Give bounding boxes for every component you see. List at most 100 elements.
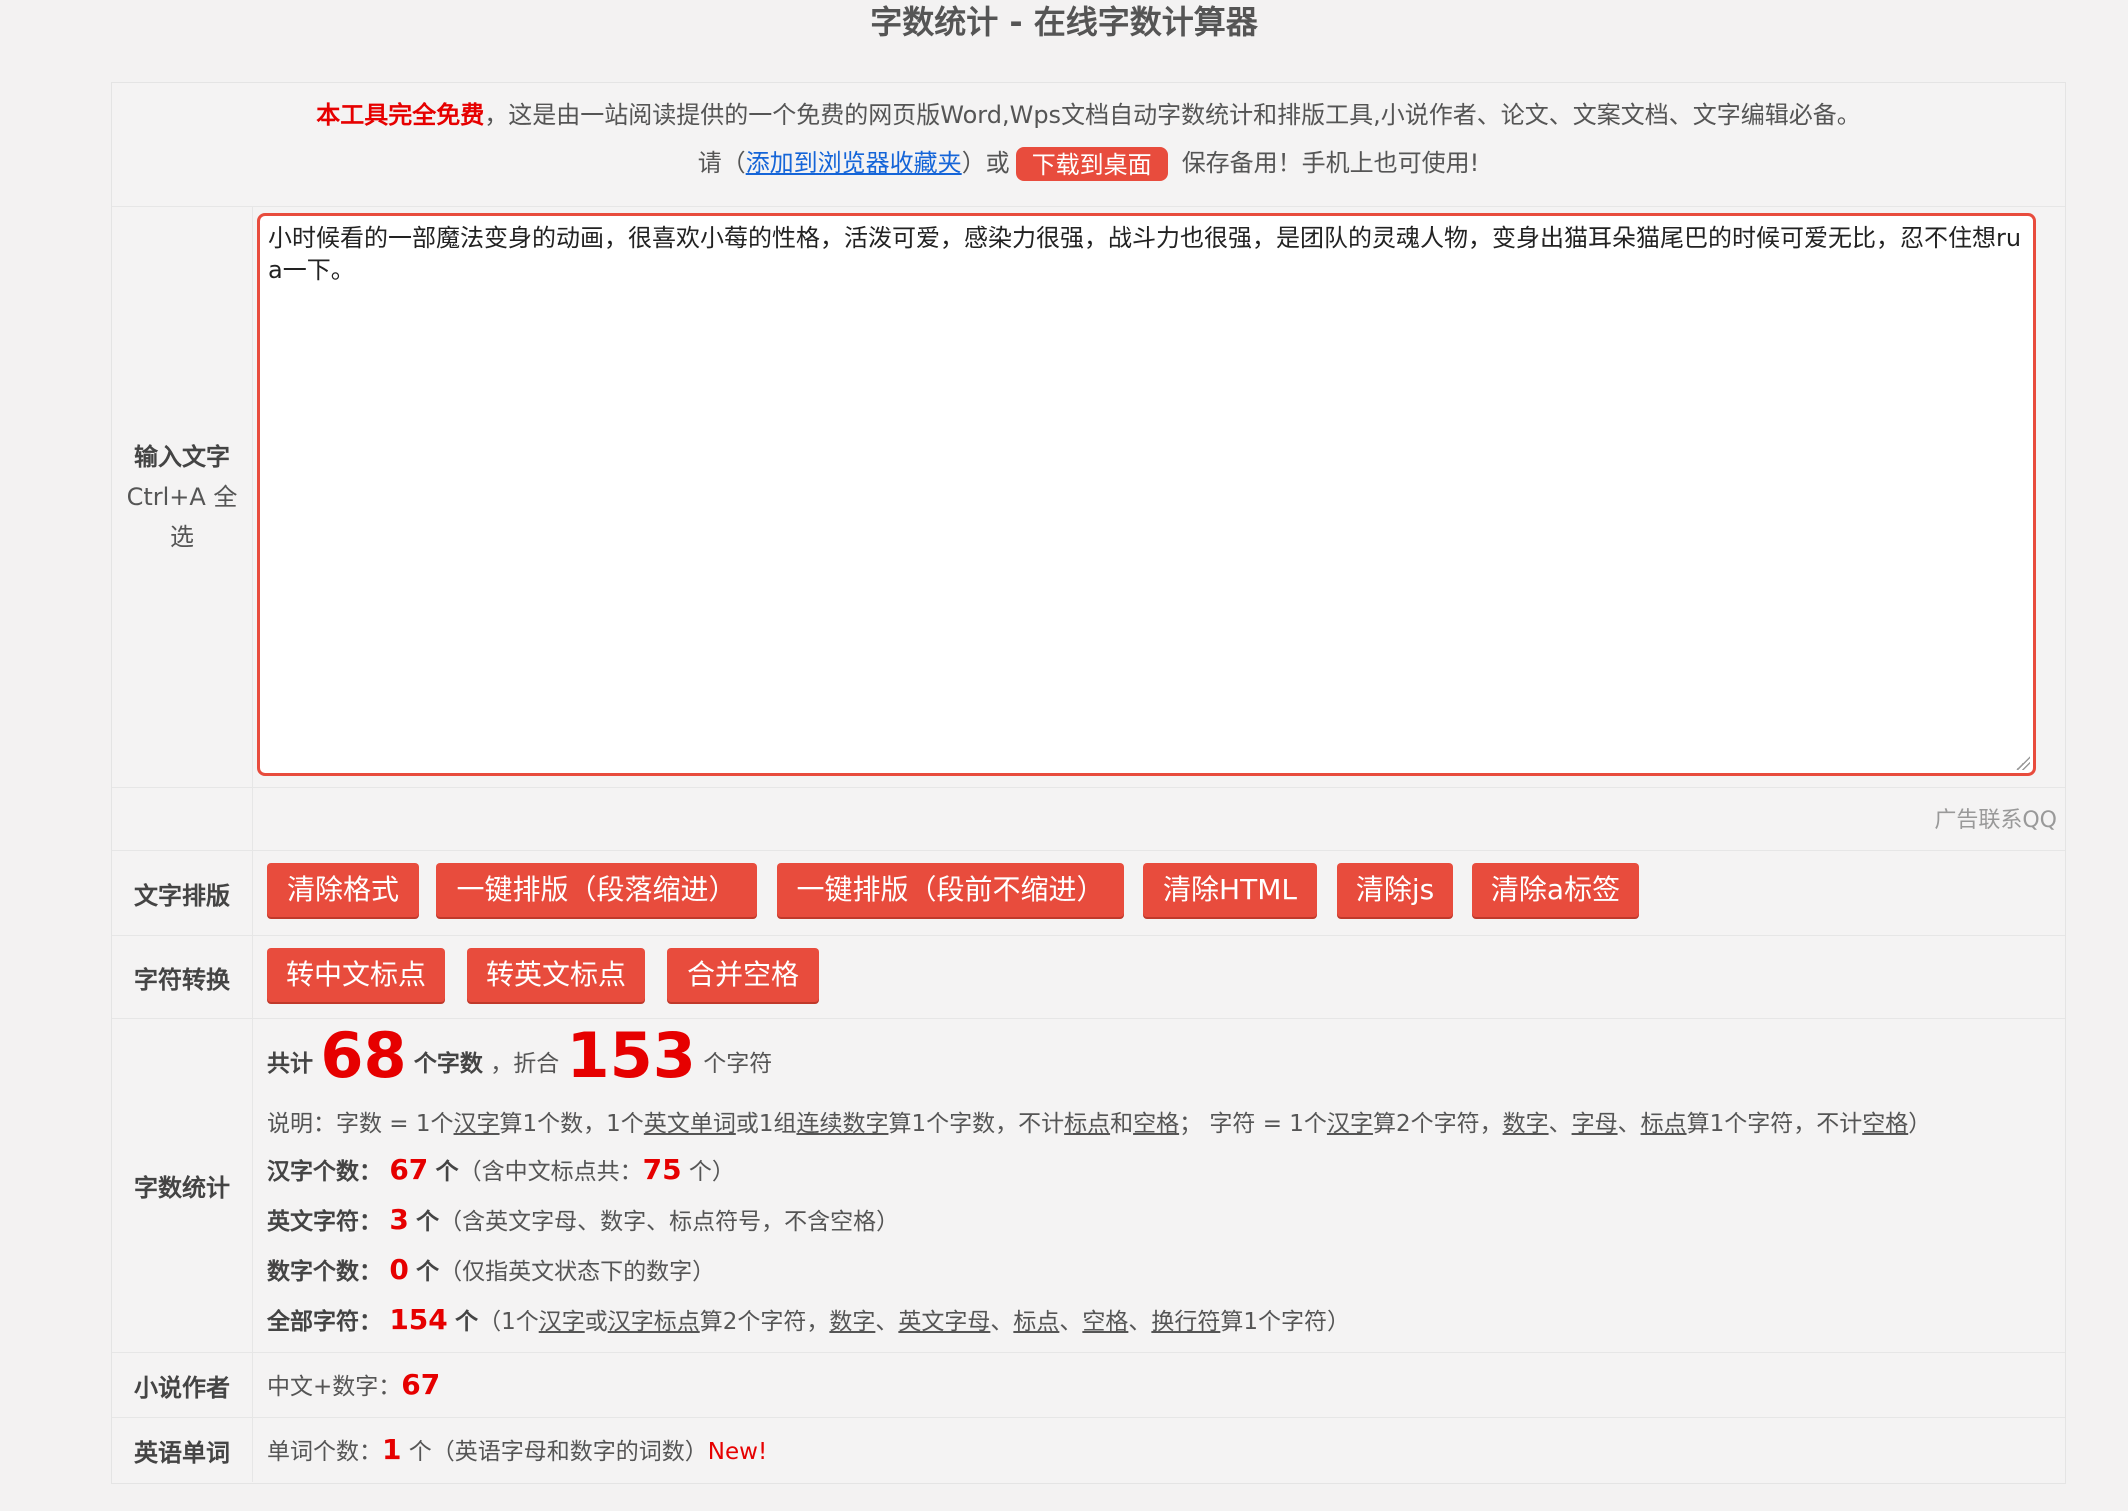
note-text: ； 字符 = 1个 [1179, 1111, 1327, 1137]
note-term: 标点 [1640, 1111, 1687, 1137]
ad-contact-text: 广告联系QQ [1934, 808, 2057, 833]
note-term: 标点 [1064, 1111, 1111, 1137]
stats-explanation: 说明：字数 = 1个汉字算1个数，1个英文单词或1组连续数字算1个字数，不计标点… [267, 1104, 1931, 1138]
hanzi-unit: 个 [435, 1159, 459, 1185]
note-text: ） [1908, 1111, 1932, 1137]
all-term: 空格 [1082, 1309, 1129, 1335]
clear-format-button[interactable]: 清除格式 [267, 863, 419, 917]
english-words-text: 单词个数： [267, 1439, 382, 1465]
chinese-punct-count: 75 [642, 1153, 682, 1186]
all-desc: 、 [1128, 1309, 1152, 1335]
notice-line-2: 请（添加到浏览器收藏夹）或 下载到桌面 保存备用！手机上也可使用! [112, 143, 2065, 183]
note-term: 汉字 [453, 1111, 500, 1137]
page-title: 字数统计 - 在线字数计算器 [870, 3, 1258, 41]
hanzi-count-line: 汉字个数： 67 个（含中文标点共：75 个） [267, 1152, 735, 1186]
note-term: 空格 [1133, 1111, 1180, 1137]
stats-label: 字数统计 [112, 1019, 253, 1352]
all-desc: 算1个字符） [1220, 1309, 1350, 1335]
digit-count-line: 数字个数： 0 个（仅指英文状态下的数字） [267, 1252, 715, 1286]
note-text: 说明：字数 = 1个 [267, 1111, 454, 1137]
note-text: 算1个字数，不计 [888, 1111, 1065, 1137]
note-text: 和 [1110, 1111, 1134, 1137]
ad-label-cell [112, 788, 253, 850]
note-term: 字母 [1571, 1111, 1618, 1137]
clear-html-button[interactable]: 清除HTML [1143, 863, 1317, 917]
notice-line-1: 本工具完全免费，这是由一站阅读提供的一个免费的网页版Word,Wps文档自动字数… [112, 97, 2065, 133]
word-unit: 个字数 [413, 1051, 483, 1077]
stats-summary: 共计 68 个字数 ，折合 153 个字符 [267, 1019, 772, 1092]
english-words-desc: （英语字母和数字的词数） [431, 1439, 708, 1465]
english-count: 3 [389, 1203, 409, 1236]
download-button[interactable]: 下载到桌面 [1015, 147, 1168, 181]
new-badge: New! [707, 1439, 768, 1465]
digit-desc: （仅指英文状态下的数字） [439, 1259, 716, 1285]
format-row: 文字排版 清除格式 一键排版（段落缩进） 一键排版（段前不缩进） 清除HTML … [112, 851, 2065, 936]
notice-suffix: 保存备用！手机上也可使用! [1181, 149, 1480, 177]
english-words-unit: 个 [408, 1439, 432, 1465]
notice-or: ）或 [961, 149, 1010, 177]
char-count: 153 [566, 1019, 696, 1092]
english-label: 英文字符： [267, 1209, 382, 1235]
all-chars-unit: 个 [455, 1309, 479, 1335]
all-desc: 、 [990, 1309, 1014, 1335]
clear-js-button[interactable]: 清除js [1337, 863, 1453, 917]
input-hint-1: Ctrl+A 全 [126, 483, 238, 511]
all-term: 标点 [1013, 1309, 1060, 1335]
novel-row: 小说作者 中文+数字：67 [112, 1353, 2065, 1418]
note-text: 算1个数，1个 [499, 1111, 644, 1137]
hanzi-desc: （含中文标点共： [458, 1159, 643, 1185]
novel-label: 小说作者 [112, 1353, 253, 1417]
convert-row: 字符转换 转中文标点 转英文标点 合并空格 [112, 936, 2065, 1019]
novel-count-line: 中文+数字：67 [267, 1367, 440, 1401]
char-unit: 个字符 [703, 1051, 773, 1077]
hanzi-count: 67 [389, 1153, 429, 1186]
english-words-line: 单词个数：1 个（英语字母和数字的词数）New! [267, 1432, 767, 1466]
auto-format-no-indent-button[interactable]: 一键排版（段前不缩进） [777, 863, 1124, 917]
convert-label: 字符转换 [112, 936, 253, 1018]
hanzi-label: 汉字个数： [267, 1159, 382, 1185]
note-term: 空格 [1862, 1111, 1909, 1137]
ad-row: 广告联系QQ [112, 788, 2065, 851]
merge-spaces-button[interactable]: 合并空格 [667, 948, 819, 1002]
all-term: 英文字母 [898, 1309, 991, 1335]
english-desc: （含英文字母、数字、标点符号，不含空格） [439, 1209, 900, 1235]
novel-count: 67 [401, 1368, 441, 1401]
note-text: 算1个字符，不计 [1686, 1111, 1863, 1137]
note-term: 数字 [1502, 1111, 1549, 1137]
note-text: 、 [1548, 1111, 1572, 1137]
word-count: 68 [320, 1019, 407, 1092]
all-chars-line: 全部字符： 154 个（1个汉字或汉字标点算2个字符，数字、英文字母、标点、空格… [267, 1302, 1350, 1336]
all-term: 汉字 [538, 1309, 585, 1335]
english-unit: 个 [416, 1209, 440, 1235]
all-desc: 算2个字符， [699, 1309, 830, 1335]
to-english-punct-button[interactable]: 转英文标点 [467, 948, 645, 1002]
format-label: 文字排版 [112, 851, 253, 935]
english-words-label: 英语单词 [112, 1418, 253, 1482]
all-desc: （1个 [478, 1309, 539, 1335]
input-row: 输入文字 Ctrl+A 全 选 小时候看的一部魔法变身的动画，很喜欢小莓的性格，… [112, 207, 2065, 788]
notice-prefix: 请（ [697, 149, 746, 177]
note-text: 算2个字符， [1372, 1111, 1503, 1137]
resize-handle[interactable] [2016, 756, 2030, 770]
english-words-count: 1 [382, 1433, 402, 1466]
clear-a-tag-button[interactable]: 清除a标签 [1472, 863, 1639, 917]
text-input[interactable]: 小时候看的一部魔法变身的动画，很喜欢小莓的性格，活泼可爱，感染力很强，战斗力也很… [257, 213, 2036, 776]
auto-format-indent-button[interactable]: 一键排版（段落缩进） [436, 863, 757, 917]
digit-unit: 个 [416, 1259, 440, 1285]
bookmark-link[interactable]: 添加到浏览器收藏夹 [746, 149, 962, 177]
notice-bar: 本工具完全免费，这是由一站阅读提供的一个免费的网页版Word,Wps文档自动字数… [112, 83, 2065, 207]
all-desc: 、 [1059, 1309, 1083, 1335]
english-words-row: 英语单词 单词个数：1 个（英语字母和数字的词数）New! [112, 1418, 2065, 1482]
digit-count: 0 [389, 1253, 409, 1286]
notice-text: ，这是由一站阅读提供的一个免费的网页版Word,Wps文档自动字数统计和排版工具… [484, 101, 1861, 129]
novel-text: 中文+数字： [267, 1374, 402, 1400]
to-chinese-punct-button[interactable]: 转中文标点 [267, 948, 445, 1002]
note-term: 连续数字 [796, 1111, 889, 1137]
total-prefix: 共计 [267, 1051, 313, 1077]
english-count-line: 英文字符： 3 个（含英文字母、数字、标点符号，不含空格） [267, 1202, 899, 1236]
input-label: 输入文字 Ctrl+A 全 选 [112, 207, 253, 787]
main-panel: 本工具完全免费，这是由一站阅读提供的一个免费的网页版Word,Wps文档自动字数… [111, 82, 2066, 1484]
all-desc: 、 [875, 1309, 899, 1335]
stats-row: 字数统计 共计 68 个字数 ，折合 153 个字符 说明：字数 = 1个汉字算… [112, 1019, 2065, 1353]
input-label-text: 输入文字 [134, 443, 230, 471]
